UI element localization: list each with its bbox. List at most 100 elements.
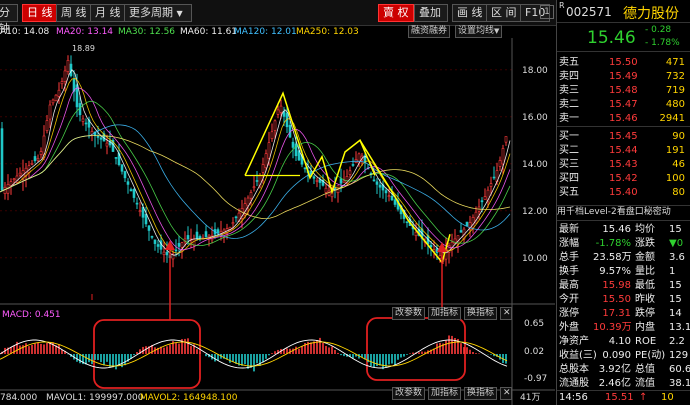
stat-value-2: 15 [669, 224, 682, 235]
stat-value-2: 60.6 [669, 364, 690, 375]
candle-body [267, 142, 271, 159]
tab-week[interactable]: 周 线 [56, 4, 92, 22]
range-button[interactable]: 区 间 [486, 4, 522, 22]
draw-line-button[interactable]: 画 线 [452, 4, 488, 22]
candle-body [57, 89, 61, 97]
order-price: 15.42 [609, 173, 638, 184]
stat-key: 最高 [559, 280, 579, 291]
candle-body [498, 160, 502, 167]
order-row[interactable]: 卖一 15.46 2941 [557, 112, 690, 125]
overlay-button[interactable]: 叠加▼ [414, 4, 448, 34]
order-volume: 719 [665, 85, 685, 96]
y-tick-label: 16.00 [522, 113, 548, 123]
order-row[interactable]: 买二 15.44 191 [557, 144, 690, 157]
close-icon[interactable]: ✕ [500, 307, 512, 320]
candle-body [63, 70, 67, 82]
stat-value: 3.92亿 [598, 364, 631, 375]
order-row[interactable]: 买五 15.40 80 [557, 186, 690, 199]
stat-key: 总股本 [559, 364, 589, 375]
stat-key: 总手 [559, 252, 579, 263]
more-period-dropdown[interactable]: 更多周期 ▼ [124, 4, 192, 22]
ma-line [0, 135, 511, 220]
order-label: 买四 [559, 173, 579, 184]
ma-line [0, 124, 511, 239]
stats-table: 最新 15.46 均价 15 涨幅 -1.78% 涨跌 ▼0 总手 23.58万 金额 3.6 换手 9.… [557, 220, 690, 389]
macd-value: MACD: 0.451 [2, 310, 61, 320]
stat-key: 换手 [559, 266, 579, 277]
stat-key: 涨停 [559, 308, 579, 319]
stat-value: 4.10 [608, 336, 631, 347]
stat-key: 净资产 [559, 336, 589, 347]
tick-time: 14:56 [559, 392, 588, 403]
candle-body [204, 231, 208, 238]
stat-row: 净资产 4.10 ROE 2.2 [557, 335, 690, 348]
stat-key-2: 跌停 [635, 308, 655, 319]
candle-body [177, 243, 181, 247]
tick-volume: 10 [661, 392, 674, 403]
order-volume: 732 [665, 71, 685, 82]
order-row[interactable]: 卖四 15.49 732 [557, 70, 690, 83]
tab-minute[interactable]: 分钟 [0, 4, 18, 35]
stat-value: -1.78% [595, 238, 631, 249]
set-ma-button[interactable]: 设置均线▼ [455, 25, 503, 38]
sell-rights-button[interactable]: 賣 权 [378, 4, 414, 22]
stat-value-2: ▼0 [669, 238, 684, 249]
candle-body [465, 221, 469, 227]
stat-key-2: 涨跌 [635, 238, 655, 249]
ma30-value: MA30: 12.56 [118, 27, 176, 37]
stat-key: 收益(三) [559, 350, 597, 361]
order-label: 买三 [559, 159, 579, 170]
order-row[interactable]: 卖二 15.47 480 [557, 98, 690, 111]
candle-body [453, 238, 457, 245]
swap-indicator-button[interactable]: 换指标 [464, 307, 498, 320]
volume-value: 784.000 [0, 393, 38, 403]
candle-body [45, 120, 49, 131]
candles [0, 55, 508, 269]
tab-month[interactable]: 月 线 [90, 4, 126, 22]
stat-row: 外盘 10.39万 内盘 13.1 [557, 321, 690, 334]
candle-body [39, 151, 43, 155]
kline-chart[interactable]: 18.00 16.00 14.00 12.00 10.00 0.65 0.02 -0.97 [0, 38, 555, 405]
candle-body [351, 164, 355, 166]
stat-value-2: 13.1 [669, 322, 690, 333]
order-row[interactable]: 买四 15.42 100 [557, 172, 690, 185]
up-arrow-icon: ↑ [639, 392, 648, 403]
stat-key-2: 内盘 [635, 322, 655, 333]
stock-name: 德力股份 [623, 6, 679, 22]
margin-trading-button[interactable]: 融资融券 [408, 25, 451, 38]
order-row[interactable]: 卖五 15.50 471 [557, 56, 690, 69]
candle-body [132, 188, 136, 198]
price-block: 15.46 - 0.28 - 1.78% [557, 22, 690, 52]
order-row[interactable]: 卖三 15.48 719 [557, 84, 690, 97]
candle-body [114, 157, 118, 159]
tab-day[interactable]: 日 线 [22, 4, 58, 22]
order-row[interactable]: 买三 15.43 46 [557, 158, 690, 171]
candle-body [138, 210, 142, 213]
candle-body [375, 181, 379, 185]
stat-key-2: 最低 [635, 280, 655, 291]
stat-row: 涨停 17.31 跌停 14 [557, 307, 690, 320]
order-divider [557, 126, 690, 127]
candle-body [84, 122, 88, 125]
add-indicator-button[interactable]: 加指标 [428, 307, 462, 320]
stat-value: 15.50 [602, 294, 631, 305]
macd-tick-label: -0.97 [524, 374, 547, 384]
stat-key-2: 金额 [635, 252, 655, 263]
stat-key-2: 总值 [635, 364, 655, 375]
menu-icon[interactable]: 1 [540, 5, 554, 19]
level2-link[interactable]: 用千档Level-2看盘口秘密动 [557, 205, 690, 218]
order-row[interactable]: 买一 15.45 90 [557, 130, 690, 143]
stat-key-2: 量比 [635, 266, 655, 277]
candle-body [18, 172, 22, 176]
last-price: 15.46 [587, 28, 636, 48]
candle-body [504, 136, 508, 143]
candle-body [342, 180, 346, 183]
edit-params-button[interactable]: 改参数 [392, 307, 426, 320]
overlay-label: 叠加 [419, 6, 441, 19]
candle-body [60, 81, 64, 85]
candle-body [54, 94, 58, 102]
candle-body [36, 158, 40, 161]
order-volume: 46 [672, 159, 685, 170]
candle-body [30, 162, 34, 165]
candle-body [480, 200, 484, 203]
